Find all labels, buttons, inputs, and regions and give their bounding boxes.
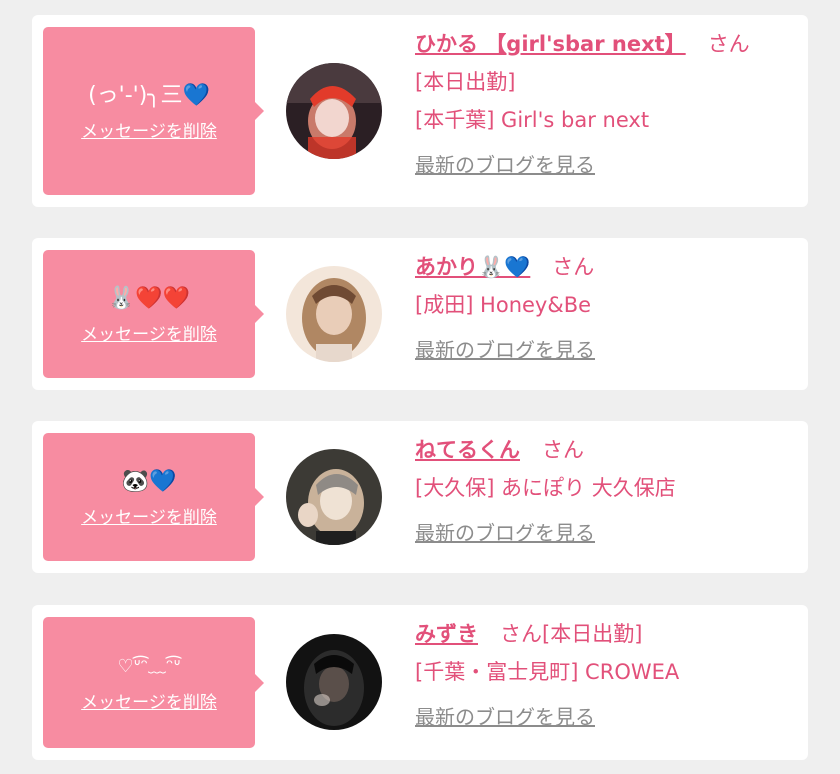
message-card: 🐼💙 メッセージを削除 ねてるくん さん [大久保] あにぽり 大久保店 最新のブ… (32, 421, 808, 573)
shop-info: [千葉・富士見町] CROWEA (415, 660, 680, 684)
avatar[interactable] (286, 266, 382, 362)
message-bubble: (っ'-')╮三💙 メッセージを削除 (43, 27, 264, 195)
message-card: 🐰❤️❤️ メッセージを削除 あかり🐰💙 さん [成田] Honey&Be 最新の… (32, 238, 808, 390)
honorific: さん (542, 438, 584, 462)
message-text: 🐰❤️❤️ (107, 285, 191, 311)
avatar[interactable] (286, 449, 382, 545)
message-list: (っ'-')╮三💙 メッセージを削除 ひかる 【girl'sbar next】さ… (0, 0, 840, 774)
latest-blog-link[interactable]: 最新のブログを見る (415, 334, 595, 363)
delete-message-link[interactable]: メッセージを削除 (81, 503, 217, 528)
honorific: さん (552, 255, 595, 279)
avatar[interactable] (286, 63, 382, 159)
cast-name-link[interactable]: みずき (415, 622, 478, 646)
latest-blog-link[interactable]: 最新のブログを見る (415, 149, 595, 178)
message-text: ♡ᐡ͡ᵔ﹏ᵔ͡ᐡ (117, 656, 181, 677)
attendance-status: [本日出勤] (415, 70, 516, 94)
latest-blog-link[interactable]: 最新のブログを見る (415, 517, 595, 546)
honorific: さん[本日出勤] (500, 622, 643, 646)
avatar-photo (286, 634, 382, 730)
message-bubble: 🐰❤️❤️ メッセージを削除 (43, 250, 264, 378)
delete-message-link[interactable]: メッセージを削除 (81, 688, 217, 713)
message-text: (っ'-')╮三💙 (88, 82, 210, 108)
card-info: みずき さん[本日出勤] [千葉・富士見町] CROWEA 最新のブログを見る (415, 619, 798, 730)
honorific: さん (707, 32, 750, 56)
delete-message-link[interactable]: メッセージを削除 (81, 320, 217, 345)
shop-info: [成田] Honey&Be (415, 293, 592, 317)
message-text: 🐼💙 (121, 468, 177, 494)
card-info: あかり🐰💙 さん [成田] Honey&Be 最新のブログを見る (415, 252, 798, 363)
avatar-photo (286, 266, 382, 362)
avatar-photo (286, 449, 382, 545)
avatar-photo (286, 63, 382, 159)
message-bubble: 🐼💙 メッセージを削除 (43, 433, 264, 561)
message-bubble: ♡ᐡ͡ᵔ﹏ᵔ͡ᐡ メッセージを削除 (43, 617, 264, 748)
message-card: (っ'-')╮三💙 メッセージを削除 ひかる 【girl'sbar next】さ… (32, 15, 808, 207)
latest-blog-link[interactable]: 最新のブログを見る (415, 701, 595, 730)
shop-info: [本千葉] Girl's bar next (415, 108, 650, 132)
card-info: ねてるくん さん [大久保] あにぽり 大久保店 最新のブログを見る (415, 435, 798, 546)
shop-info: [大久保] あにぽり 大久保店 (415, 476, 676, 500)
cast-name-link[interactable]: ねてるくん (415, 438, 520, 462)
delete-message-link[interactable]: メッセージを削除 (81, 117, 217, 142)
cast-name-link[interactable]: ひかる 【girl'sbar next】 (415, 32, 686, 56)
message-card: ♡ᐡ͡ᵔ﹏ᵔ͡ᐡ メッセージを削除 みずき さん[本日出勤] [千葉・富士見町] … (32, 605, 808, 760)
card-info: ひかる 【girl'sbar next】 さん [本日出勤] [本千葉] Girl… (415, 29, 798, 178)
avatar[interactable] (286, 634, 382, 730)
cast-name-link[interactable]: あかり🐰💙 (415, 255, 530, 279)
